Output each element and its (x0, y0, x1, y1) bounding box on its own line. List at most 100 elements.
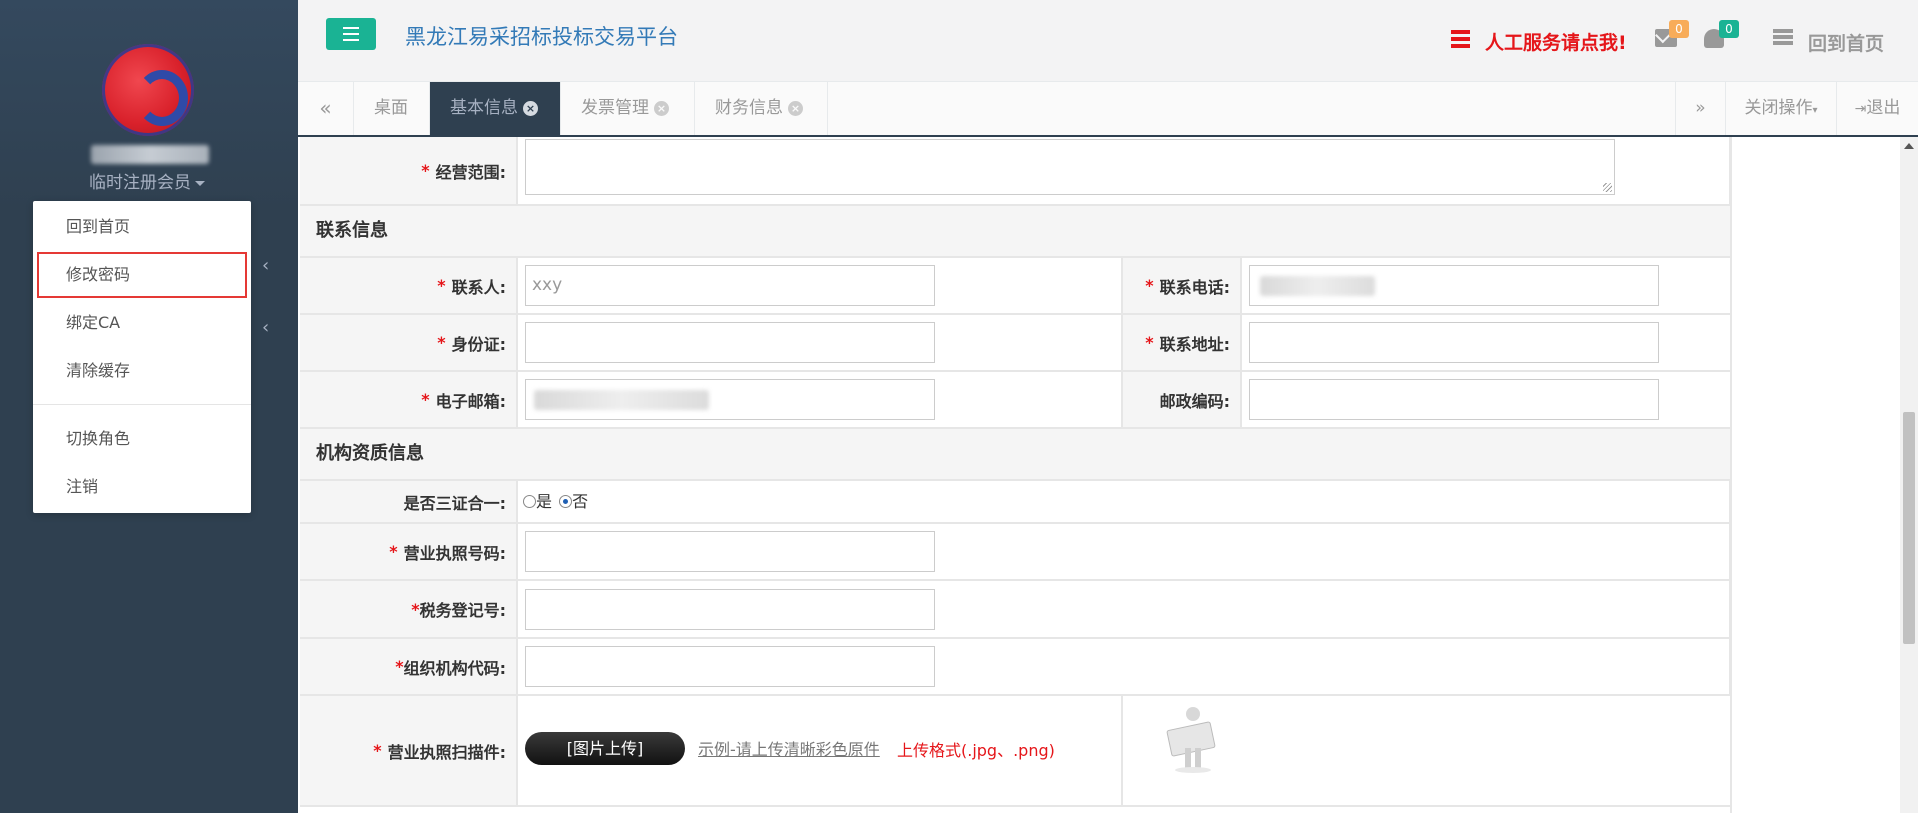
tab-invoice-management[interactable]: 发票管理 × (561, 82, 695, 135)
hamburger-icon-line (343, 33, 359, 35)
logout-button[interactable]: ⇥退出 (1836, 82, 1918, 135)
section-title: 联系信息 (316, 220, 388, 241)
tab-bar: « 桌面 基本信息 × 发票管理 × 财务信息 × » 关闭操作▾ ⇥退出 (298, 82, 1918, 137)
field-label: * 营业执照号码: (300, 524, 518, 579)
license-number-input[interactable] (525, 531, 935, 572)
menu-item-clear-cache[interactable]: 清除缓存 (33, 348, 251, 394)
service-icon (1451, 30, 1470, 48)
user-name-redacted (91, 145, 209, 164)
tab-finance-info[interactable]: 财务信息 × (695, 82, 828, 135)
address-input[interactable] (1249, 322, 1659, 363)
scroll-up-icon[interactable] (1904, 143, 1914, 149)
form-row-license-scan: * 营业执照扫描件: [图片上传] 示例-请上传清晰彩色原件 上传格式(.jpg、… (300, 696, 1730, 807)
tabs-scroll-left-icon[interactable]: « (298, 82, 354, 135)
main-content: * 经营范围: 联系信息 * 联系人: xxy * 联系电话: * 身份证: *… (298, 137, 1730, 813)
back-to-home-link[interactable]: 回到首页 (1808, 29, 1884, 56)
customer-service-link[interactable]: 人工服务请点我! (1485, 28, 1627, 55)
tab-label: 发票管理 (581, 98, 649, 118)
label-text: 税务登记号: (419, 601, 506, 620)
required-asterisk: * (1145, 276, 1154, 295)
menu-divider (33, 404, 251, 405)
field-value (1242, 372, 1730, 427)
caret-down-icon: ▾ (1812, 105, 1818, 116)
field-label: 邮政编码: (1123, 372, 1242, 427)
tab-close-icon[interactable]: × (523, 100, 538, 116)
scrollbar-thumb[interactable] (1903, 412, 1915, 644)
menu-item-logout[interactable]: 注销 (33, 464, 251, 510)
label-text: 营业执照号码: (403, 543, 506, 563)
contact-person-input[interactable]: xxy (525, 265, 935, 306)
license-preview-cell (1123, 696, 1730, 805)
tab-label: 基本信息 (450, 98, 518, 118)
tab-label: 桌面 (374, 98, 408, 118)
label-text: 邮政编码: (1159, 391, 1230, 411)
required-asterisk: * (421, 390, 430, 409)
radio-no[interactable] (559, 495, 573, 508)
sidebar-toggle-button[interactable] (326, 18, 376, 50)
hamburger-icon-line (343, 39, 359, 41)
field-label: * 电子邮箱: (300, 372, 518, 427)
form-row-id-address: * 身份证: * 联系地址: (300, 315, 1730, 372)
field-label: * 经营范围: (300, 137, 518, 204)
placeholder-figure-icon (1166, 707, 1216, 773)
field-label: * 身份证: (300, 315, 518, 370)
notifications-badge: 0 (1719, 20, 1739, 38)
field-value: 是 否 (518, 481, 1730, 522)
menu-item-home[interactable]: 回到首页 (33, 204, 251, 250)
radio-yes[interactable] (523, 495, 536, 508)
caret-down-icon (195, 180, 205, 186)
contact-phone-input[interactable] (1249, 265, 1659, 306)
label-text: 联系地址: (1159, 334, 1230, 354)
label-text: 营业执照扫描件: (387, 742, 506, 762)
sample-image-link[interactable]: 示例-请上传清晰彩色原件 (698, 736, 880, 760)
field-value (518, 372, 1123, 427)
form-row-contact: * 联系人: xxy * 联系电话: (300, 258, 1730, 315)
field-value (1242, 315, 1730, 370)
form-row-tax-no: * 税务登记号: (300, 581, 1730, 639)
id-card-input[interactable] (525, 322, 935, 363)
label-text: 联系人: (451, 277, 506, 297)
top-navbar: 黑龙江易采招标投标交易平台 人工服务请点我! 0 0 回到首页 (298, 0, 1918, 82)
required-asterisk: * (395, 657, 404, 676)
chevron-left-icon[interactable]: ‹ (262, 317, 269, 338)
tab-close-icon[interactable]: × (654, 100, 669, 116)
close-operations-dropdown[interactable]: 关闭操作▾ (1725, 82, 1836, 135)
tab-desktop[interactable]: 桌面 (354, 82, 430, 135)
image-upload-button[interactable]: [图片上传] (525, 732, 685, 765)
field-label: * 联系人: (300, 258, 518, 313)
section-header-qualification: 机构资质信息 (300, 429, 1730, 481)
label-text: 联系电话: (1159, 277, 1230, 297)
role-dropdown-toggle[interactable]: 临时注册会员 (89, 168, 205, 193)
email-input[interactable] (525, 379, 935, 420)
required-asterisk: * (437, 333, 446, 352)
right-gutter (1730, 137, 1900, 813)
tab-close-icon[interactable]: × (788, 100, 803, 116)
label-text: 身份证: (451, 334, 506, 354)
tabs-scroll-right-icon[interactable]: » (1675, 82, 1725, 135)
business-scope-textarea[interactable] (525, 139, 1615, 195)
required-asterisk: * (421, 161, 430, 180)
messages-badge: 0 (1669, 20, 1689, 38)
section-title: 机构资质信息 (316, 443, 424, 464)
field-value (518, 524, 1730, 579)
tab-basic-info[interactable]: 基本信息 × (430, 82, 561, 135)
tax-registration-input[interactable] (525, 589, 935, 630)
org-code-input[interactable] (525, 646, 935, 687)
vertical-scrollbar[interactable] (1900, 137, 1918, 813)
platform-title: 黑龙江易采招标投标交易平台 (405, 25, 678, 49)
required-asterisk: * (373, 741, 382, 760)
field-value (518, 137, 1730, 204)
menu-item-bind-ca[interactable]: 绑定CA (33, 300, 251, 346)
field-value: [图片上传] 示例-请上传清晰彩色原件 上传格式(.jpg、.png) (518, 696, 1123, 805)
resize-grip-icon[interactable] (1603, 183, 1612, 192)
postcode-input[interactable] (1249, 379, 1659, 420)
tab-label: 财务信息 (715, 98, 783, 118)
chevron-left-icon[interactable]: ‹ (262, 255, 269, 276)
required-asterisk: * (1145, 333, 1154, 352)
field-value: xxy (518, 258, 1123, 313)
field-value (518, 581, 1730, 637)
menu-item-change-password[interactable]: 修改密码 (37, 252, 247, 298)
field-value (1242, 258, 1730, 313)
menu-item-switch-role[interactable]: 切换角色 (33, 416, 251, 462)
platform-logo (102, 44, 194, 136)
